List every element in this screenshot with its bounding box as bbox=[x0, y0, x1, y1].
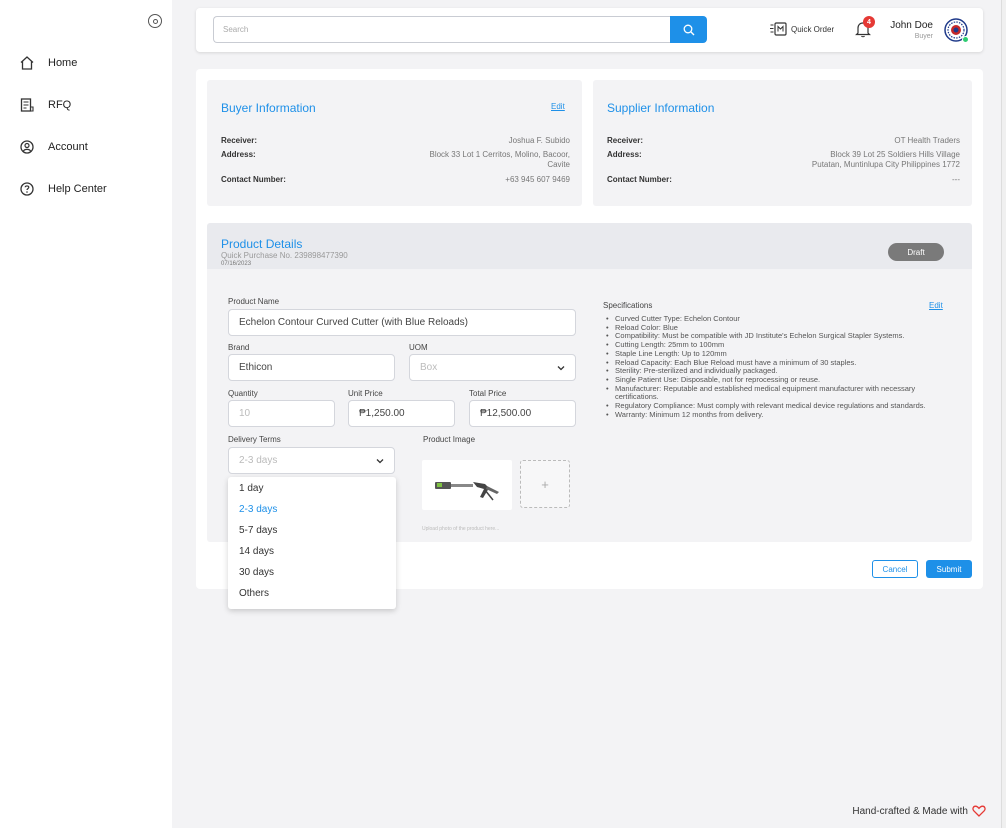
buyer-information-card: Buyer Information Edit Receiver: Joshua … bbox=[207, 80, 582, 206]
delivery-terms-select[interactable]: 2-3 days bbox=[228, 447, 395, 474]
buyer-contact-value: +63 945 607 9469 bbox=[505, 175, 570, 184]
chevron-down-icon bbox=[557, 366, 565, 371]
uom-select[interactable]: Box bbox=[409, 354, 576, 381]
delivery-terms-dropdown: 1 day 2-3 days 5-7 days 14 days 30 days … bbox=[228, 477, 396, 609]
heart-icon bbox=[972, 805, 986, 817]
quick-order-label: Quick Order bbox=[791, 24, 835, 34]
specifications-title: Specifications bbox=[603, 301, 653, 310]
footer: Hand-crafted & Made with bbox=[852, 805, 986, 817]
spec-item: Warranty: Minimum 12 months from deliver… bbox=[605, 410, 950, 420]
supplier-address-value: Block 39 Lot 25 Soldiers Hills Village P… bbox=[812, 150, 960, 170]
supplier-address-label: Address: bbox=[607, 150, 642, 159]
product-name-field[interactable]: Echelon Contour Curved Cutter (with Blue… bbox=[228, 309, 576, 336]
supplier-contact-value: --- bbox=[952, 175, 960, 184]
delivery-terms-label: Delivery Terms bbox=[228, 435, 281, 444]
footer-text: Hand-crafted & Made with bbox=[852, 805, 968, 817]
product-details-header: Product Details Quick Purchase No. 23989… bbox=[207, 223, 972, 269]
dropdown-option-14-days[interactable]: 14 days bbox=[228, 541, 396, 562]
product-image-label: Product Image bbox=[423, 435, 476, 444]
add-image-button[interactable]: + bbox=[520, 460, 570, 508]
supplier-information-card: Supplier Information Receiver: OT Health… bbox=[593, 80, 972, 206]
sidebar-item-label: Help Center bbox=[48, 183, 107, 195]
dropdown-option-1-day[interactable]: 1 day bbox=[228, 478, 396, 499]
buyer-information-title: Buyer Information bbox=[221, 101, 316, 115]
sidebar-item-account[interactable]: Account bbox=[18, 138, 88, 156]
search-input[interactable] bbox=[213, 16, 671, 43]
purchase-date: 07/16/2023 bbox=[221, 261, 252, 267]
purchase-number: Quick Purchase No. 239898477390 bbox=[221, 251, 348, 260]
user-role: Buyer bbox=[914, 33, 933, 40]
unit-price-field[interactable]: ₱1,250.00 bbox=[348, 400, 455, 427]
dropdown-option-others[interactable]: Others bbox=[228, 583, 396, 604]
uom-placeholder: Box bbox=[420, 362, 438, 373]
account-icon bbox=[18, 138, 36, 156]
image-upload-hint: Upload photo of the product here... bbox=[422, 526, 500, 532]
sidebar-toggle-icon[interactable] bbox=[148, 14, 162, 28]
delivery-terms-value: 2-3 days bbox=[239, 455, 278, 466]
sidebar-item-label: RFQ bbox=[48, 99, 72, 111]
supplier-receiver-label: Receiver: bbox=[607, 136, 644, 145]
search-button[interactable] bbox=[670, 16, 707, 43]
buyer-receiver-label: Receiver: bbox=[221, 136, 258, 145]
supplier-receiver-value: OT Health Traders bbox=[894, 136, 960, 145]
spec-item: Manufacturer: Reputable and established … bbox=[605, 384, 950, 402]
total-price-field[interactable]: ₱12,500.00 bbox=[469, 400, 576, 427]
buyer-address-line1: Block 33 Lot 1 Cerritos, Molino, Bacoor, bbox=[429, 150, 570, 159]
sidebar-item-help-center[interactable]: Help Center bbox=[18, 180, 107, 198]
chevron-down-icon bbox=[376, 459, 384, 464]
buyer-edit-link[interactable]: Edit bbox=[551, 102, 565, 111]
brand-label: Brand bbox=[228, 343, 250, 352]
sidebar-item-home[interactable]: Home bbox=[18, 54, 77, 72]
dropdown-option-2-3-days[interactable]: 2-3 days bbox=[228, 499, 396, 520]
sidebar: Home RFQ Account Help Center bbox=[0, 0, 172, 828]
specifications-edit-link[interactable]: Edit bbox=[929, 301, 943, 310]
dropdown-option-30-days[interactable]: 30 days bbox=[228, 562, 396, 583]
supplier-information-title: Supplier Information bbox=[607, 101, 715, 115]
sidebar-item-label: Home bbox=[48, 57, 78, 69]
uom-label: UOM bbox=[409, 343, 428, 352]
sidebar-item-label: Account bbox=[48, 141, 88, 153]
quick-order-icon bbox=[770, 22, 787, 36]
buyer-address-value: Block 33 Lot 1 Cerritos, Molino, Bacoor,… bbox=[429, 150, 570, 170]
surgical-stapler-image bbox=[435, 482, 499, 501]
page-scrollbar[interactable] bbox=[1001, 0, 1006, 828]
buyer-address-line2: Cavite bbox=[547, 160, 570, 169]
rfq-icon bbox=[18, 96, 36, 114]
dropdown-option-5-7-days[interactable]: 5-7 days bbox=[228, 520, 396, 541]
notification-badge: 4 bbox=[863, 16, 875, 28]
top-bar: Quick Order 4 John Doe Buyer bbox=[196, 8, 983, 52]
supplier-address-line2: Putatan, Muntinlupa City Philippines 177… bbox=[811, 160, 960, 169]
home-icon bbox=[18, 54, 36, 72]
supplier-address-line1: Block 39 Lot 25 Soldiers Hills Village bbox=[830, 150, 960, 159]
buyer-address-label: Address: bbox=[221, 150, 256, 159]
status-badge: Draft bbox=[888, 243, 944, 261]
buyer-receiver-value: Joshua F. Subido bbox=[508, 136, 570, 145]
total-price-label: Total Price bbox=[469, 389, 507, 398]
sidebar-item-rfq[interactable]: RFQ bbox=[18, 96, 71, 114]
submit-button[interactable]: Submit bbox=[926, 560, 972, 578]
product-image-thumbnail[interactable] bbox=[422, 460, 512, 510]
brand-field[interactable]: Ethicon bbox=[228, 354, 395, 381]
supplier-contact-label: Contact Number: bbox=[607, 175, 672, 184]
buyer-contact-label: Contact Number: bbox=[221, 175, 286, 184]
cancel-button[interactable]: Cancel bbox=[872, 560, 918, 578]
product-details-title: Product Details bbox=[221, 237, 303, 251]
user-name: John Doe bbox=[890, 20, 933, 31]
product-name-label: Product Name bbox=[228, 297, 280, 306]
specifications-list: Curved Cutter Type: Echelon Contour Relo… bbox=[605, 314, 950, 420]
online-status-dot bbox=[962, 36, 969, 43]
search-icon bbox=[683, 24, 694, 35]
quick-order-button[interactable]: Quick Order bbox=[770, 22, 834, 36]
quantity-field[interactable]: 10 bbox=[228, 400, 335, 427]
unit-price-label: Unit Price bbox=[348, 389, 383, 398]
help-icon bbox=[18, 180, 36, 198]
quantity-label: Quantity bbox=[228, 389, 258, 398]
